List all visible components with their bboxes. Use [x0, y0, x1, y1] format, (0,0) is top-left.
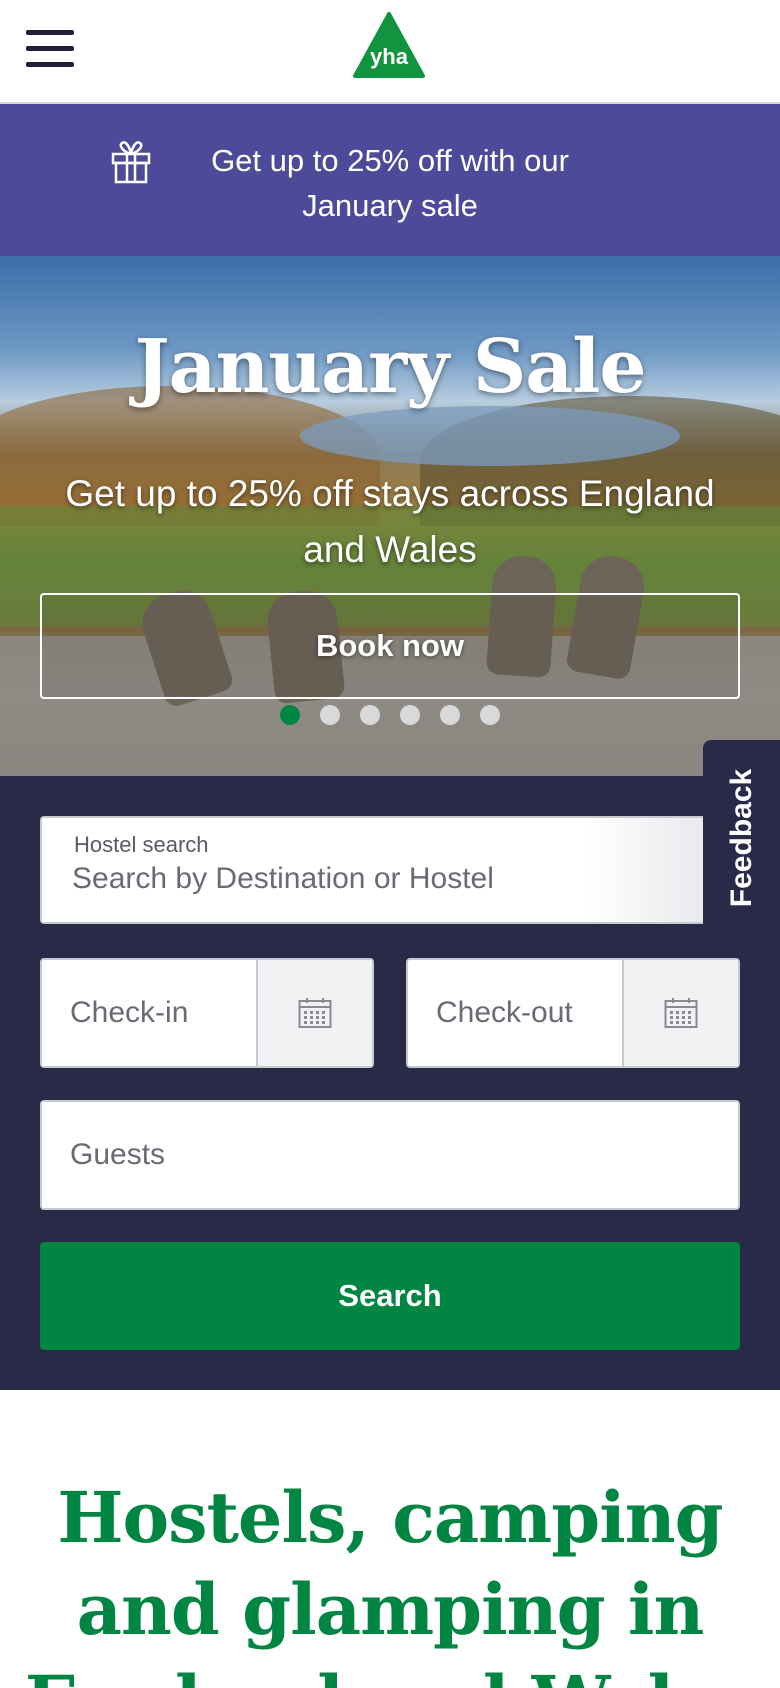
hostel-search-label: Hostel search	[74, 832, 209, 857]
guests-field[interactable]: Guests	[40, 1100, 740, 1210]
intro-heading: Hostels, camping and glamping in England…	[25, 1476, 756, 1688]
search-field-fade	[586, 818, 706, 922]
hostel-search-input[interactable]	[72, 862, 672, 896]
promo-text: Get up to 25% off with our January sale	[211, 143, 569, 223]
calendar-icon	[298, 998, 332, 1028]
hero-subtitle: Get up to 25% off stays across England a…	[65, 473, 715, 570]
checkout-field[interactable]: Check-out	[406, 958, 740, 1068]
carousel-dot-4[interactable]	[400, 705, 420, 725]
hero-background-lake	[300, 406, 680, 466]
promo-banner[interactable]: Get up to 25% off with our January sale	[0, 104, 780, 256]
checkout-calendar-button[interactable]	[622, 960, 738, 1066]
carousel-dot-6[interactable]	[480, 705, 500, 725]
hero-title: January Sale	[134, 324, 647, 410]
intro-section: Hostels, camping and glamping in England…	[0, 1390, 780, 1688]
feedback-label: Feedback	[724, 768, 758, 908]
checkout-label: Check-out	[436, 996, 573, 1029]
carousel-dot-5[interactable]	[440, 705, 460, 725]
book-now-button[interactable]: Book now	[40, 593, 740, 699]
guests-label: Guests	[70, 1138, 166, 1171]
hostel-search-panel: Hostel search Check-in Check-out	[0, 776, 780, 1390]
feedback-tab[interactable]: Feedback	[703, 740, 780, 936]
carousel-dots	[0, 705, 780, 725]
checkin-label: Check-in	[70, 996, 189, 1029]
logo-text: yha	[370, 44, 409, 69]
carousel-dot-1[interactable]	[280, 705, 300, 725]
search-button[interactable]: Search	[40, 1242, 740, 1350]
hero-banner: January Sale Get up to 25% off stays acr…	[0, 256, 780, 776]
site-header: yha	[0, 0, 780, 104]
gift-icon	[111, 141, 151, 184]
checkin-calendar-button[interactable]	[256, 960, 372, 1066]
checkin-field[interactable]: Check-in	[40, 958, 374, 1068]
hostel-search-field[interactable]: Hostel search	[40, 816, 706, 924]
calendar-icon	[664, 998, 698, 1028]
carousel-dot-2[interactable]	[320, 705, 340, 725]
hamburger-menu-icon[interactable]	[24, 28, 76, 70]
yha-logo[interactable]: yha	[353, 12, 425, 78]
carousel-dot-3[interactable]	[360, 705, 380, 725]
